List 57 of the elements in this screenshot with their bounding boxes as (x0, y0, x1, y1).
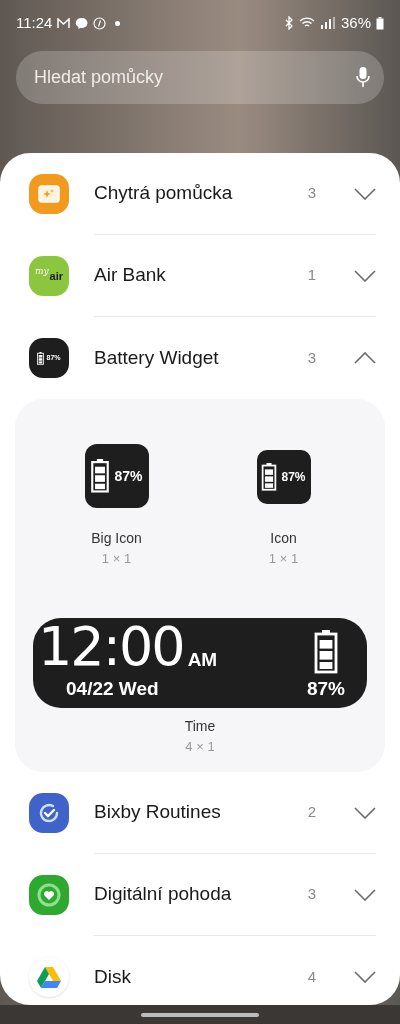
widget-count: 1 (307, 265, 316, 286)
chevron-down-icon[interactable] (354, 187, 376, 200)
category-name: Disk (94, 964, 132, 989)
signal-icon (319, 17, 336, 29)
widget-count: 4 (307, 966, 316, 987)
widget-size: 4 × 1 (185, 738, 215, 756)
category-row[interactable]: Digitální pohoda 3 (0, 854, 400, 936)
category-name: Chytrá pomůcka (94, 181, 234, 206)
status-time: 11:24 (16, 12, 53, 33)
battery-icon (261, 463, 278, 491)
category-row[interactable]: Disk 4 (0, 936, 400, 1005)
battery-icon (37, 351, 45, 365)
widget-name: Time (184, 717, 216, 736)
category-row[interactable]: Chytrá pomůcka 3 (0, 153, 400, 235)
chevron-down-icon[interactable] (354, 269, 376, 282)
battery-percent: 87% (281, 469, 306, 486)
battery-widget-preview[interactable]: 87% (84, 444, 149, 508)
microphone-icon[interactable] (356, 66, 370, 88)
mail-icon (57, 17, 71, 29)
battery-level: 36% (340, 12, 371, 33)
category-name: Digitální pohoda (94, 882, 233, 907)
battery-widget-preview[interactable]: 87% (256, 450, 311, 504)
clock-time: 12:00 (38, 622, 184, 671)
chevron-down-icon[interactable] (354, 888, 376, 901)
clock-widget-preview[interactable]: 12:00 AM 04/22 Wed 87% (33, 618, 367, 708)
widget-app-icon (29, 174, 69, 214)
battery-icon (90, 459, 111, 493)
chat-icon (75, 16, 89, 30)
category-name: Air Bank (94, 263, 167, 288)
battery-percent: 87% (306, 678, 345, 698)
chevron-up-icon[interactable] (354, 352, 376, 364)
clock-meridiem: AM (187, 649, 218, 671)
widget-count: 3 (307, 884, 316, 905)
battery-icon (314, 628, 338, 675)
widget-count: 3 (307, 183, 316, 204)
battery-charging-icon (376, 16, 384, 30)
widget-size: 1 × 1 (101, 550, 132, 568)
wellbeing-app-icon (29, 875, 69, 915)
wifi-icon (298, 17, 315, 29)
chevron-down-icon[interactable] (354, 806, 376, 819)
widget-name: Big Icon (91, 529, 142, 548)
category-name: Bixby Routines (94, 800, 222, 825)
routine-app-icon (29, 793, 69, 833)
widget-name: Icon (270, 529, 297, 548)
drive-app-icon (29, 957, 69, 997)
home-handle[interactable] (141, 1012, 259, 1017)
widget-count: 3 (307, 347, 316, 368)
widget-size: 1 × 1 (268, 550, 299, 568)
bluetooth-icon (283, 16, 294, 30)
logo-text: air (49, 268, 64, 284)
widget-count: 2 (307, 802, 316, 823)
category-row[interactable]: Bixby Routines 2 (0, 772, 400, 854)
battery-percent: 87% (114, 466, 143, 486)
clock-date: 04/22 Wed (66, 676, 160, 701)
logo-text: my (34, 265, 49, 279)
category-name: Battery Widget (94, 345, 220, 370)
chevron-down-icon[interactable] (354, 971, 376, 983)
